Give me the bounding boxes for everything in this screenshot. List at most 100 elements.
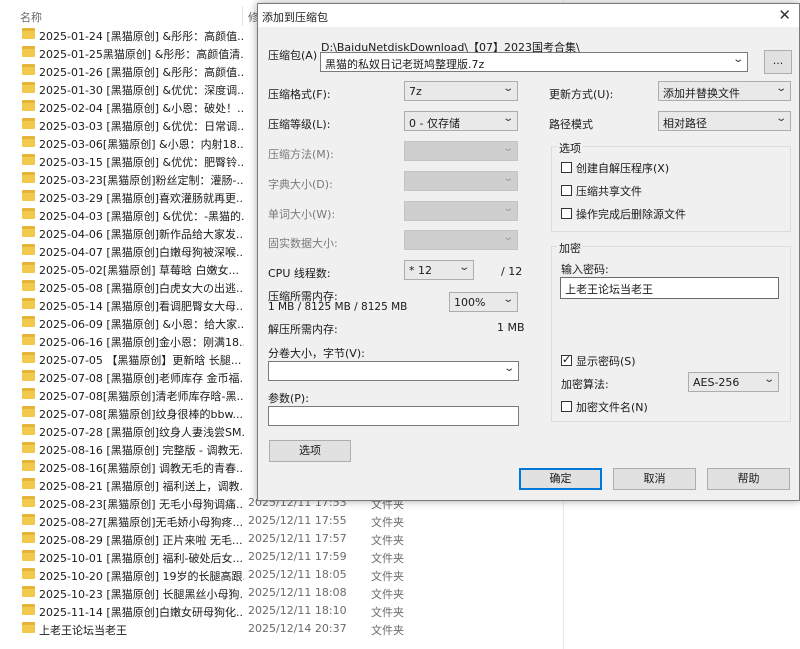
archive-label: 压缩包(A) (268, 49, 318, 62)
level-select[interactable]: 0 - 仅存储 ⌄ (404, 111, 518, 131)
chevron-down-icon: ⌄ (501, 83, 514, 94)
file-date: 2025/12/11 17:55 (248, 514, 347, 527)
folder-icon (22, 190, 35, 201)
file-name: 2025-07-05 【黑猫原创】更新晗 长腿... (39, 354, 242, 367)
chevron-down-icon: ⌄ (502, 363, 515, 374)
file-name: 2025-07-08[黑猫原创]纹身很棒的bbw... (39, 408, 243, 421)
file-name: 2025-01-25黑猫原创] &彤彤：高颜值清... (39, 48, 244, 61)
folder-icon (22, 46, 35, 57)
list-item[interactable]: 2025-10-01 [黑猫原创] 福利-破处后女... 2025/12/11 1… (0, 548, 560, 566)
folder-icon (22, 154, 35, 165)
file-date: 2025/12/11 18:10 (248, 604, 347, 617)
file-name: 2025-05-14 [黑猫原创]看调肥臀女大母... (39, 300, 244, 313)
chevron-down-icon: ⌄ (501, 113, 514, 124)
solid-select[interactable]: ⌄ (404, 230, 518, 250)
list-item[interactable]: 2025-08-29 [黑猫原创] 正片来啦 无毛... 2025/12/11 1… (0, 530, 560, 548)
encrypt-group-title: 加密 (557, 240, 583, 256)
column-separator[interactable] (242, 6, 243, 26)
file-name: 2025-08-27[黑猫原创]无毛娇小母狗疼... (39, 516, 243, 529)
params-input[interactable] (268, 406, 519, 426)
show-password-label[interactable]: 显示密码(S) (576, 353, 636, 369)
folder-icon (22, 28, 35, 39)
folder-icon (22, 226, 35, 237)
help-button[interactable]: 帮助 (707, 468, 790, 490)
file-name: 2025-03-15 [黑猫原创] &优优：肥臀铃... (39, 156, 244, 169)
folder-icon (22, 514, 35, 525)
shared-checkbox[interactable] (561, 185, 572, 196)
folder-icon (22, 316, 35, 327)
folder-icon (22, 298, 35, 309)
password-input[interactable]: 上老王论坛当老王 (560, 277, 779, 299)
file-name: 2025-08-21 [黑猫原创] 福利送上，调教... (39, 480, 244, 493)
threads-value: * 12 (409, 264, 432, 277)
list-item[interactable]: 2025-11-14 [黑猫原创]白嫩女研母狗化... 2025/12/11 18… (0, 602, 560, 620)
file-name: 2025-08-29 [黑猫原创] 正片来啦 无毛... (39, 534, 243, 547)
mem-percent-select[interactable]: 100% ⌄ (449, 292, 518, 312)
file-name: 2025-10-23 [黑猫原创] 长腿黑丝小母狗... (39, 588, 244, 601)
chevron-down-icon: ⌄ (501, 173, 514, 184)
list-item[interactable]: 2025-10-20 [黑猫原创] 19岁的长腿高跟... 2025/12/11 … (0, 566, 560, 584)
shared-label[interactable]: 压缩共享文件 (576, 183, 642, 199)
folder-icon (22, 442, 35, 453)
file-name: 2025-04-06 [黑猫原创]新作品给大家发... (39, 228, 244, 241)
folder-icon (22, 244, 35, 255)
dict-label: 字典大小(D): (268, 178, 333, 191)
enc-names-label[interactable]: 加密文件名(N) (576, 399, 648, 415)
folder-icon (22, 406, 35, 417)
params-label: 参数(P): (268, 392, 309, 405)
archive-name-combo[interactable]: 黑猫的私奴日记老斑鸠整理版.7z ⌄ (320, 52, 748, 72)
ok-button[interactable]: 确定 (519, 468, 602, 490)
mem-percent-value: 100% (454, 296, 486, 309)
file-name: 2025-06-09 [黑猫原创] &小恩：给大家... (39, 318, 244, 331)
mem-comp-value: 1 MB / 8125 MB / 8125 MB (268, 301, 408, 313)
chevron-down-icon: ⌄ (501, 143, 514, 154)
file-name: 2025-03-03 [黑猫原创] &优优：日常调... (39, 120, 244, 133)
file-name: 上老王论坛当老王 (39, 624, 127, 637)
chevron-down-icon[interactable]: ⌄ (732, 54, 744, 65)
sfx-checkbox[interactable] (561, 162, 572, 173)
update-select[interactable]: 添加并替换文件 ⌄ (658, 81, 791, 101)
cancel-button[interactable]: 取消 (613, 468, 696, 490)
folder-icon (22, 208, 35, 219)
path-mode-select[interactable]: 相对路径 ⌄ (658, 111, 791, 131)
folder-icon (22, 64, 35, 75)
path-mode-label: 路径模式 (549, 118, 593, 131)
enc-method-select[interactable]: AES-256 ⌄ (688, 372, 779, 392)
chevron-down-icon: ⌄ (774, 113, 787, 124)
close-icon[interactable]: ✕ (778, 6, 791, 24)
show-password-checkbox[interactable] (561, 353, 572, 366)
folder-icon (22, 118, 35, 129)
format-value: 7z (409, 85, 422, 98)
method-select[interactable]: ⌄ (404, 141, 518, 161)
file-name: 2025-08-16[黑猫原创] 调教无毛的青春... (39, 462, 244, 475)
folder-icon (22, 82, 35, 93)
path-mode-value: 相对路径 (663, 117, 707, 130)
folder-icon (22, 424, 35, 435)
delete-checkbox[interactable] (561, 208, 572, 219)
list-item[interactable]: 2025-08-27[黑猫原创]无毛娇小母狗疼... 2025/12/11 17:… (0, 512, 560, 530)
folder-icon (22, 622, 35, 633)
split-select[interactable]: ⌄ (268, 361, 519, 381)
format-select[interactable]: 7z ⌄ (404, 81, 518, 101)
threads-select[interactable]: * 12 ⌄ (404, 260, 474, 280)
options-button[interactable]: 选项 (269, 440, 351, 462)
threads-total: / 12 (501, 265, 523, 278)
dict-select[interactable]: ⌄ (404, 171, 518, 191)
column-name-header[interactable]: 名称 (20, 9, 42, 25)
add-to-archive-dialog: 添加到压缩包 ✕ 压缩包(A) D:\BaiduNetdiskDownload\… (257, 3, 800, 501)
list-item[interactable]: 上老王论坛当老王 2025/12/14 20:37 文件夹 (0, 620, 560, 638)
list-item[interactable]: 2025-10-23 [黑猫原创] 长腿黑丝小母狗... 2025/12/11 1… (0, 584, 560, 602)
mem-decomp-value: 1 MB (497, 321, 525, 334)
delete-label[interactable]: 操作完成后删除源文件 (576, 206, 686, 222)
word-select[interactable]: ⌄ (404, 201, 518, 221)
file-name: 2025-11-14 [黑猫原创]白嫩女研母狗化... (39, 606, 244, 619)
update-label: 更新方式(U): (549, 88, 614, 101)
folder-icon (22, 100, 35, 111)
folder-icon (22, 550, 35, 561)
browse-button[interactable]: ... (764, 50, 792, 74)
options-group-title: 选项 (557, 140, 583, 156)
enc-names-checkbox[interactable] (561, 401, 572, 412)
sfx-label[interactable]: 创建自解压程序(X) (576, 160, 669, 176)
archive-name-value: 黑猫的私奴日记老斑鸠整理版.7z (325, 58, 485, 71)
chevron-down-icon: ⌄ (501, 203, 514, 214)
